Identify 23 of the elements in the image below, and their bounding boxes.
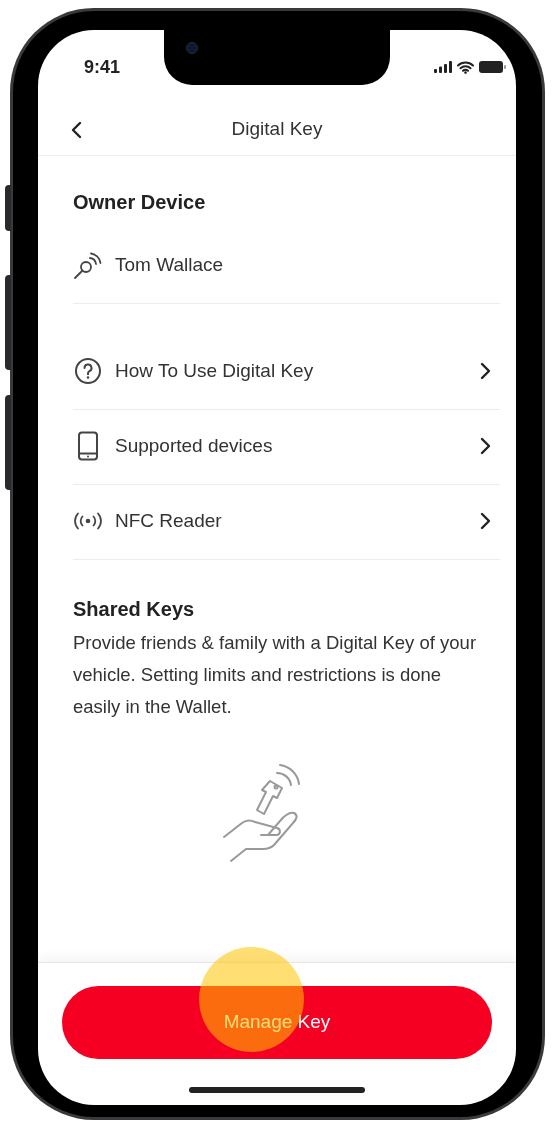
status-time: 9:41 — [84, 55, 121, 79]
menu-item[interactable]: How To Use Digital Key — [73, 335, 500, 410]
menu-item[interactable]: NFC Reader — [73, 485, 500, 560]
chevron-right-icon — [480, 512, 492, 530]
battery-icon — [479, 61, 506, 73]
owner-name: Tom Wallace — [115, 253, 224, 277]
menu-item-label: NFC Reader — [115, 508, 223, 533]
menu-item-label: Supported devices — [115, 433, 274, 458]
menu-item[interactable]: Supported devices — [73, 410, 500, 485]
shared-keys-description: Provide friends & family with a Digital Key of your vehicle. Setting limits and restrictions is done easily in the Wallet. — [73, 631, 478, 719]
section-heading: Shared Keys — [73, 597, 196, 622]
section-heading: Owner Device — [73, 190, 207, 215]
wifi-icon — [457, 60, 474, 74]
chevron-right-icon — [480, 362, 492, 380]
menu-item-label: How To Use Digital Key — [115, 358, 315, 383]
nfc-icon — [73, 511, 103, 531]
screen-title: Digital Key — [230, 117, 324, 142]
chevron-right-icon — [480, 437, 492, 455]
manage-key-button[interactable]: Manage Key — [62, 986, 492, 1059]
back-icon — [70, 120, 82, 139]
signal-icon — [434, 61, 452, 73]
phone-icon — [77, 431, 99, 461]
help-icon — [74, 357, 102, 385]
